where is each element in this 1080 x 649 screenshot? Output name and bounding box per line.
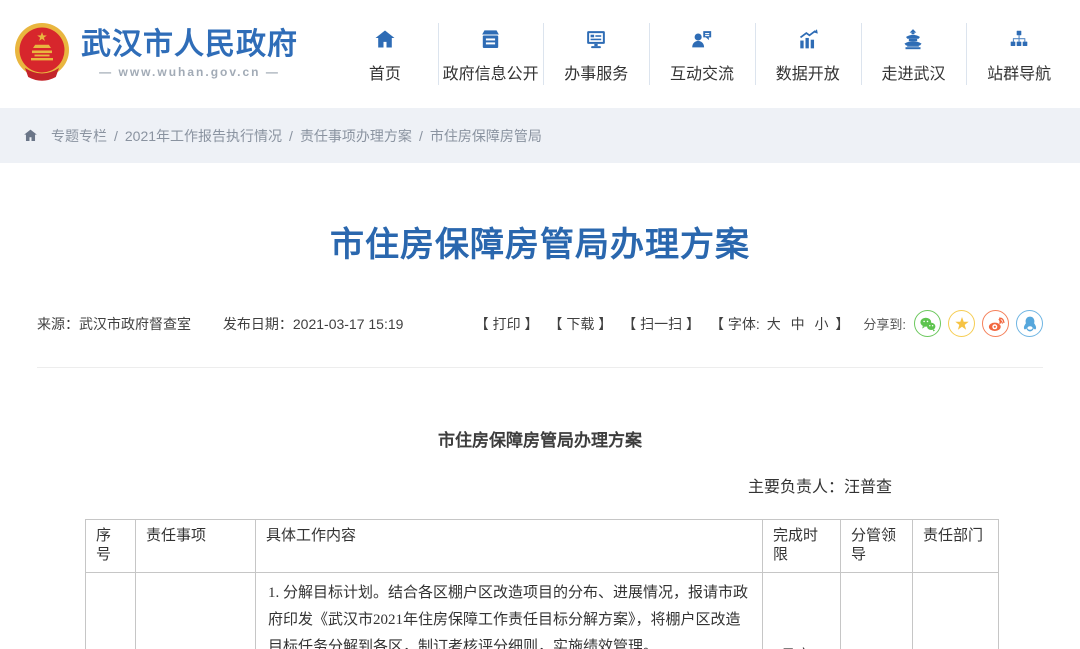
nav-label: 办事服务 bbox=[564, 60, 628, 84]
date-label: 发布日期： bbox=[223, 316, 293, 332]
cell-index bbox=[86, 573, 136, 649]
breadcrumb-trail: 专题专栏 / 2021年工作报告执行情况 / 责任事项办理方案 / 市住房保障房… bbox=[51, 126, 542, 146]
nav-label: 互动交流 bbox=[670, 60, 734, 84]
nav-item-enter-wuhan[interactable]: 走进武汉 bbox=[861, 19, 967, 90]
share-buttons bbox=[914, 310, 1043, 337]
weibo-share-icon[interactable] bbox=[982, 310, 1009, 337]
font-size-small-button[interactable]: 小 bbox=[814, 316, 828, 332]
article-meta-row: 来源：武汉市政府督查室 发布日期：2021-03-17 15:19 【 打印 】… bbox=[37, 310, 1043, 337]
document-title: 市住房保障房管局办理方案 bbox=[0, 426, 1080, 451]
sitemap-icon bbox=[1006, 25, 1032, 52]
site-title-block: 武汉市人民政府 — www.wuhan.gov.cn — bbox=[81, 29, 298, 79]
qzone-share-icon[interactable] bbox=[948, 310, 975, 337]
font-size-medium-button[interactable]: 中 bbox=[791, 316, 805, 332]
column-header-department: 责任部门 bbox=[913, 520, 999, 573]
pagoda-icon bbox=[899, 25, 927, 52]
font-size-label-close: 】 bbox=[835, 316, 849, 332]
font-size-large-button[interactable]: 大 bbox=[767, 316, 781, 332]
qq-share-icon[interactable] bbox=[1016, 310, 1043, 337]
source-value: 武汉市政府督查室 bbox=[79, 316, 191, 332]
source-label: 来源： bbox=[37, 316, 79, 332]
section-divider bbox=[37, 367, 1043, 368]
site-logo[interactable]: 武汉市人民政府 — www.wuhan.gov.cn — bbox=[12, 21, 332, 87]
national-emblem-icon bbox=[12, 21, 72, 87]
breadcrumb: 专题专栏 / 2021年工作报告执行情况 / 责任事项办理方案 / 市住房保障房… bbox=[0, 108, 1080, 163]
nav-label: 政府信息公开 bbox=[443, 60, 539, 84]
nav-item-interaction[interactable]: 互动交流 bbox=[649, 19, 755, 90]
table-header-row: 序号 责任事项 具体工作内容 完成时限 分管领导 责任部门 bbox=[86, 520, 999, 573]
cell-department bbox=[913, 573, 999, 649]
nav-item-services[interactable]: 办事服务 bbox=[543, 19, 649, 90]
download-button[interactable]: 【 下载 】 bbox=[548, 314, 612, 334]
table-row: 1. 分解目标计划。结合各区棚户区改造项目的分布、进展情况，报请市政府印发《武汉… bbox=[86, 573, 999, 649]
print-button[interactable]: 【 打印 】 bbox=[475, 314, 539, 334]
nav-item-info-disclosure[interactable]: 政府信息公开 bbox=[438, 19, 544, 90]
breadcrumb-item-responsibility-plans[interactable]: 责任事项办理方案 bbox=[300, 126, 412, 146]
article-meta: 来源：武汉市政府督查室 发布日期：2021-03-17 15:19 bbox=[37, 314, 403, 334]
responsibility-table: 序号 责任事项 具体工作内容 完成时限 分管领导 责任部门 1. 分解目标计划。… bbox=[85, 519, 999, 649]
article-date: 发布日期：2021-03-17 15:19 bbox=[223, 316, 404, 332]
nav-item-site-navigation[interactable]: 站群导航 bbox=[966, 19, 1072, 90]
date-value: 2021-03-17 15:19 bbox=[293, 316, 404, 332]
scan-qr-button[interactable]: 【 扫一扫 】 bbox=[622, 314, 700, 334]
column-header-leader-in-charge: 分管领导 bbox=[841, 520, 913, 573]
breadcrumb-item-report-2021[interactable]: 2021年工作报告执行情况 bbox=[125, 126, 282, 146]
column-header-responsibility: 责任事项 bbox=[136, 520, 256, 573]
nav-item-open-data[interactable]: 数据开放 bbox=[755, 19, 861, 90]
nav-label: 首页 bbox=[369, 60, 401, 84]
site-header: 武汉市人民政府 — www.wuhan.gov.cn — 首页 政府信息公开 办… bbox=[0, 0, 1080, 108]
interaction-chat-icon bbox=[688, 25, 716, 52]
breadcrumb-separator: / bbox=[289, 128, 293, 144]
home-icon bbox=[372, 25, 398, 52]
column-header-index: 序号 bbox=[86, 520, 136, 573]
services-monitor-icon bbox=[582, 25, 610, 52]
cell-deadline: 3月底 bbox=[763, 573, 841, 649]
page-title: 市住房保障房管局办理方案 bbox=[0, 217, 1080, 266]
nav-label: 站群导航 bbox=[987, 60, 1051, 84]
main-nav: 首页 政府信息公开 办事服务 互动交流 数据开放 bbox=[332, 0, 1072, 108]
article-toolbar: 【 打印 】 【 下载 】 【 扫一扫 】 【 字体: 大 中 小 】 分享到: bbox=[465, 310, 1043, 337]
data-chart-icon bbox=[794, 25, 822, 52]
nav-item-home[interactable]: 首页 bbox=[332, 19, 438, 90]
info-disclosure-icon bbox=[477, 25, 504, 52]
document-leader-line: 主要负责人：汪普查 bbox=[85, 473, 998, 497]
cell-work-content: 1. 分解目标计划。结合各区棚户区改造项目的分布、进展情况，报请市政府印发《武汉… bbox=[256, 573, 763, 649]
nav-label: 数据开放 bbox=[776, 60, 840, 84]
column-header-work-content: 具体工作内容 bbox=[256, 520, 763, 573]
site-name: 武汉市人民政府 bbox=[81, 29, 298, 61]
breadcrumb-item-topics[interactable]: 专题专栏 bbox=[51, 126, 107, 146]
wechat-share-icon[interactable] bbox=[914, 310, 941, 337]
column-header-deadline: 完成时限 bbox=[763, 520, 841, 573]
share-label: 分享到: bbox=[863, 314, 906, 333]
breadcrumb-home-icon[interactable] bbox=[22, 128, 39, 144]
breadcrumb-separator: / bbox=[114, 128, 118, 144]
font-size-label: 【 字体: bbox=[710, 316, 760, 332]
work-content-paragraph: 1. 分解目标计划。结合各区棚户区改造项目的分布、进展情况，报请市政府印发《武汉… bbox=[268, 580, 750, 649]
font-size-group: 【 字体: 大 中 小 】 bbox=[710, 314, 849, 334]
site-url: — www.wuhan.gov.cn — bbox=[81, 65, 298, 79]
cell-leader-in-charge bbox=[841, 573, 913, 649]
nav-label: 走进武汉 bbox=[881, 60, 945, 84]
cell-responsibility bbox=[136, 573, 256, 649]
breadcrumb-separator: / bbox=[419, 128, 423, 144]
article-source: 来源：武汉市政府督查室 bbox=[37, 316, 191, 332]
breadcrumb-item-current: 市住房保障房管局 bbox=[430, 126, 542, 146]
